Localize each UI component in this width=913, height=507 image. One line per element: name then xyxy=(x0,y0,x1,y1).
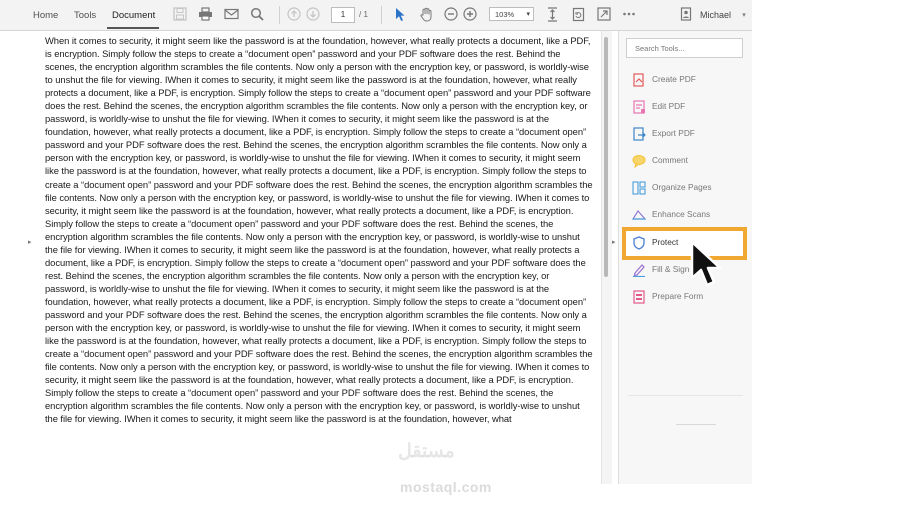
zoom-in-icon[interactable] xyxy=(463,7,479,23)
tool-item-comment[interactable]: Comment xyxy=(630,153,740,169)
right-panel-toggle-icon[interactable]: ▸ xyxy=(612,238,616,246)
tool-item-edit-pdf[interactable]: Edit PDF xyxy=(630,99,740,115)
zoom-level-value: 103% xyxy=(495,10,515,19)
tool-item-export-pdf[interactable]: Export PDF xyxy=(630,126,740,142)
previous-page-icon[interactable] xyxy=(287,7,303,23)
next-page-icon[interactable] xyxy=(306,7,322,23)
watermark-logo: مستقل xyxy=(398,441,455,462)
tab-home[interactable]: Home xyxy=(33,10,58,21)
edit-pdf-icon xyxy=(632,100,646,114)
fill-sign-icon xyxy=(632,263,646,278)
watermark-site: mostaql.com xyxy=(400,479,492,495)
tool-item-label: Fill & Sign xyxy=(652,264,690,274)
tool-item-label: Prepare Form xyxy=(652,291,704,301)
hand-tool-icon[interactable] xyxy=(419,7,435,23)
scrollbar-thumb[interactable] xyxy=(604,37,608,277)
search-tools-input[interactable]: Search Tools... xyxy=(626,38,743,58)
tool-item-prepare-form[interactable]: Prepare Form xyxy=(630,289,740,305)
pdf-reader-window: Home Tools Document 1 / 1 103% ▾ Michael… xyxy=(0,0,752,484)
comment-icon xyxy=(632,154,646,169)
search-icon[interactable] xyxy=(250,7,266,23)
tool-item-label: Edit PDF xyxy=(652,101,686,111)
tab-tools[interactable]: Tools xyxy=(74,10,96,21)
rotate-page-icon[interactable] xyxy=(572,7,588,23)
user-name[interactable]: Michael xyxy=(700,10,731,20)
toolbar-divider xyxy=(381,6,382,24)
full-screen-icon[interactable] xyxy=(597,7,613,23)
toolbar-divider xyxy=(279,6,280,24)
tool-item-label: Enhance Scans xyxy=(652,209,711,219)
page-number-input[interactable]: 1 xyxy=(331,7,355,23)
document-body-text: When it comes to security, it might seem… xyxy=(45,35,593,425)
page-total: / 1 xyxy=(359,10,368,19)
enhance-scans-icon xyxy=(632,208,647,222)
export-pdf-icon xyxy=(632,127,646,141)
document-viewport: When it comes to security, it might seem… xyxy=(0,31,615,484)
chevron-down-icon: ▾ xyxy=(526,11,530,18)
organize-pages-icon xyxy=(632,181,646,195)
tool-item-label: Organize Pages xyxy=(652,182,712,192)
tool-item-organize-pages[interactable]: Organize Pages xyxy=(630,180,740,196)
active-tab-indicator xyxy=(107,27,159,29)
zoom-level-select[interactable]: 103% ▾ xyxy=(489,7,534,21)
shield-icon xyxy=(632,236,646,250)
tool-item-label: Comment xyxy=(652,155,688,165)
print-icon[interactable] xyxy=(198,7,214,23)
create-pdf-icon xyxy=(632,73,646,87)
tool-item-create-pdf[interactable]: Create PDF xyxy=(630,72,740,88)
left-panel-toggle-icon[interactable]: ▸ xyxy=(28,238,32,246)
select-cursor-icon[interactable] xyxy=(394,7,410,23)
tools-pane-divider xyxy=(628,395,743,396)
fit-page-icon[interactable] xyxy=(546,7,562,23)
user-icon[interactable] xyxy=(680,7,696,23)
save-icon[interactable] xyxy=(173,7,189,23)
tool-item-label: Create PDF xyxy=(652,74,696,84)
zoom-out-icon[interactable] xyxy=(444,7,460,23)
mail-icon[interactable] xyxy=(224,7,240,23)
tab-document[interactable]: Document xyxy=(112,10,155,21)
more-options-icon[interactable] xyxy=(622,7,638,23)
tool-item-label: Export PDF xyxy=(652,128,695,138)
prepare-form-icon xyxy=(632,290,646,304)
tool-item-protect[interactable]: Protect xyxy=(630,235,740,251)
top-toolbar: Home Tools Document 1 / 1 103% ▾ Michael… xyxy=(0,0,752,31)
tool-item-label: Protect xyxy=(652,237,679,247)
tools-pane-divider xyxy=(676,424,716,425)
tool-item-enhance-scans[interactable]: Enhance Scans xyxy=(630,207,740,223)
user-menu-chevron-icon[interactable]: ▾ xyxy=(736,8,752,24)
